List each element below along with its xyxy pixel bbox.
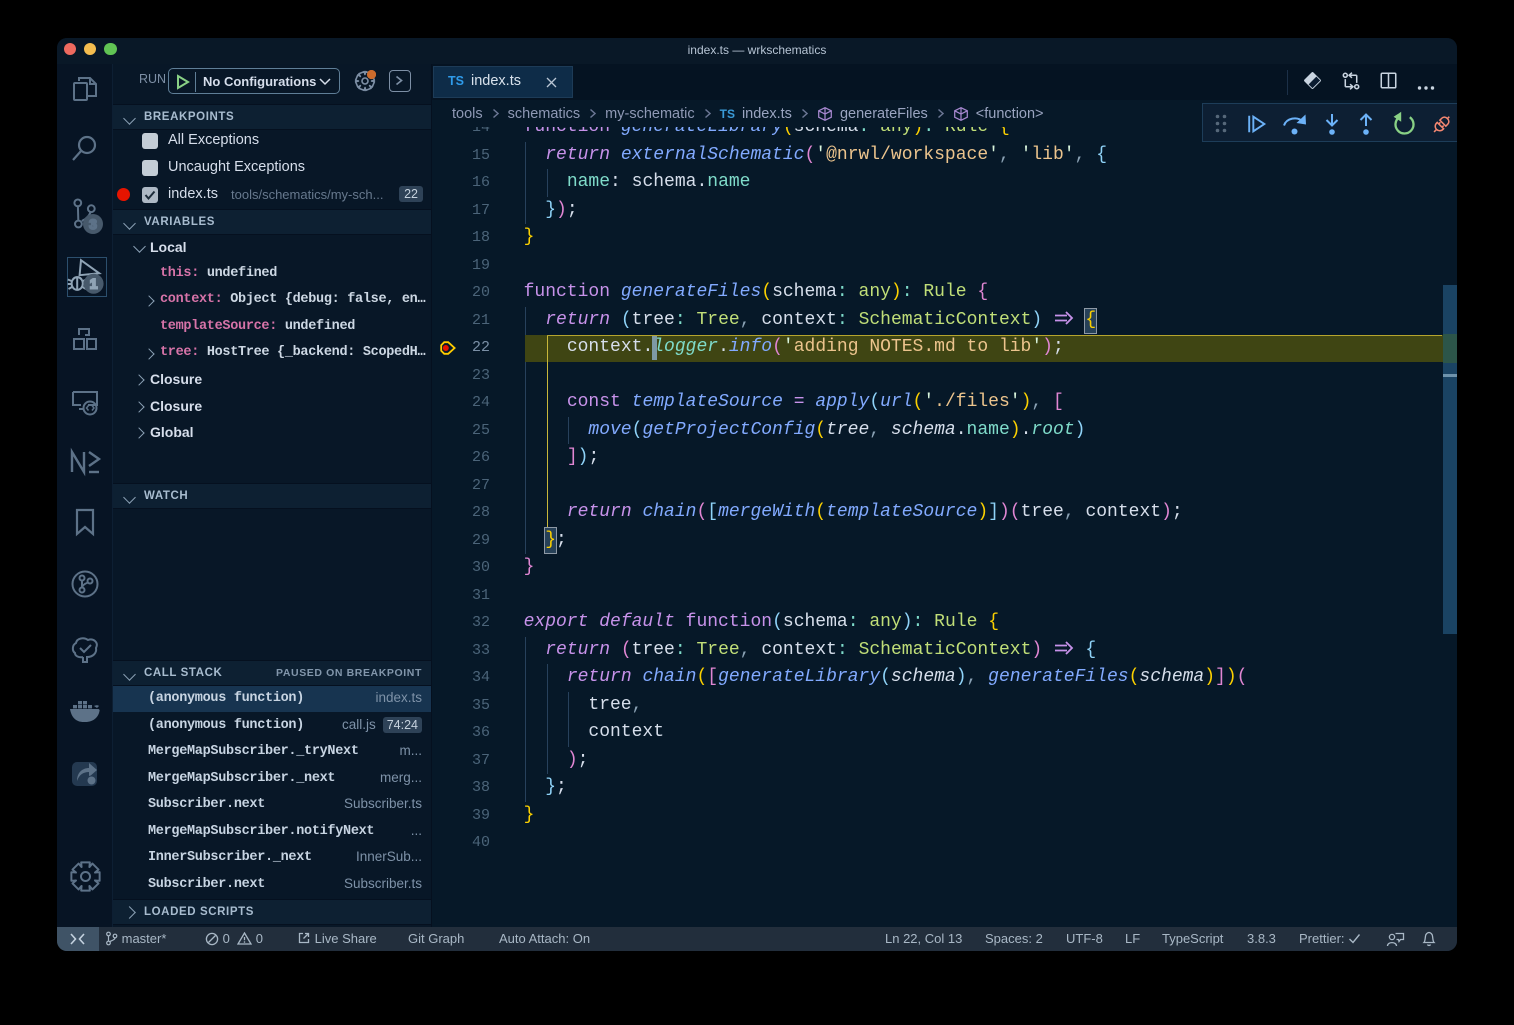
svg-text:3: 3 (89, 217, 97, 232)
svg-text:1: 1 (90, 277, 98, 292)
